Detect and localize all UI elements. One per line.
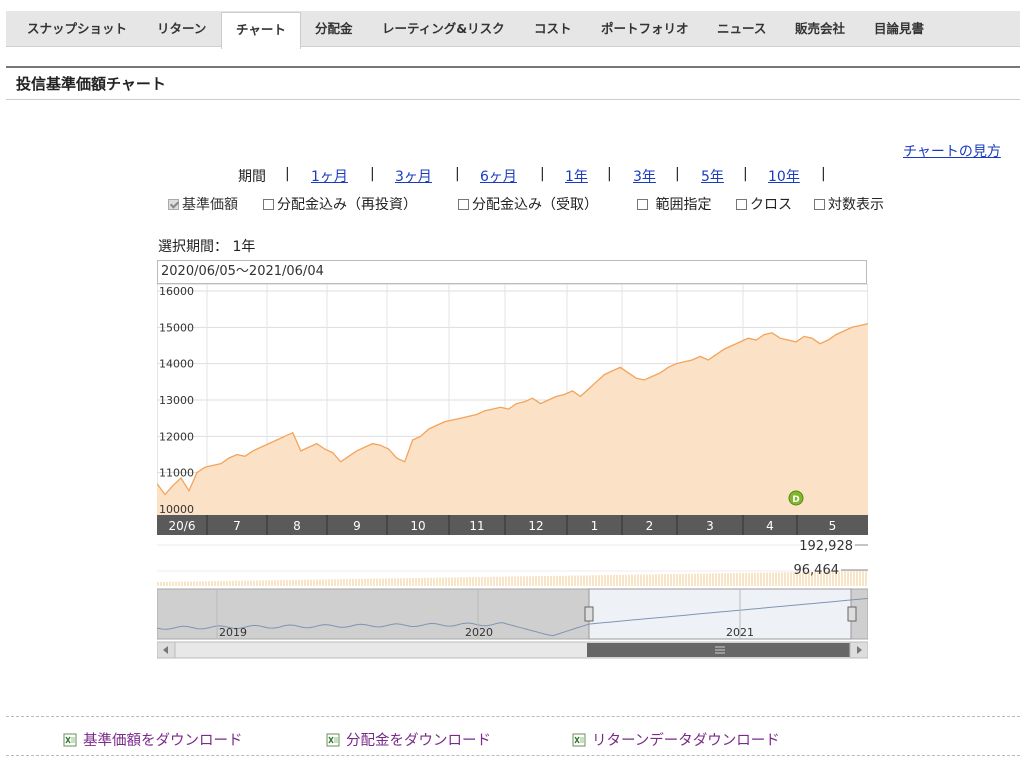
tab-sales-company[interactable]: 販売会社: [795, 11, 845, 46]
month-label: 10: [410, 519, 425, 533]
download-label: リターンデータダウンロード: [592, 733, 780, 749]
excel-file-icon: [63, 733, 77, 747]
chart-svg[interactable]: 16000 15000 14000 13000 12000 11000 10000 D 20…: [156, 283, 869, 660]
tab-cost[interactable]: コスト: [534, 11, 572, 46]
selected-period: 選択期間： 1年: [158, 239, 256, 255]
option-cross[interactable]: クロス: [736, 194, 792, 214]
option-label: クロス: [750, 197, 792, 213]
option-nav[interactable]: 基準価額: [168, 194, 238, 214]
tab-chart[interactable]: チャート: [221, 12, 301, 49]
period-5y[interactable]: 5年: [701, 166, 724, 186]
tab-portfolio[interactable]: ポートフォリオ: [601, 11, 689, 46]
option-label: 分配金込み（受取）: [472, 197, 598, 213]
period-separator: |: [675, 166, 680, 182]
downloads-divider: [6, 755, 1020, 756]
download-label: 基準価額をダウンロード: [83, 733, 243, 749]
period-separator: |: [455, 166, 460, 182]
section-title: 投信基準価額チャート: [16, 75, 166, 93]
month-label: 5: [829, 519, 837, 533]
y-tick-label: 16000: [159, 285, 194, 298]
option-label: 対数表示: [828, 197, 884, 213]
tab-news[interactable]: ニュース: [717, 11, 766, 46]
period-separator: |: [285, 166, 290, 182]
y-tick-label: 15000: [159, 321, 194, 334]
date-range: 2020/06/05〜2021/06/04: [157, 260, 867, 284]
month-label: 4: [766, 519, 774, 533]
title-rule: [6, 66, 1020, 68]
tab-prospectus[interactable]: 目論見書: [874, 11, 924, 46]
month-label: 3: [706, 519, 714, 533]
navigator-year-label: 2019: [219, 626, 247, 639]
period-separator: |: [540, 166, 545, 182]
y-tick-label: 12000: [159, 430, 194, 443]
excel-file-icon: [572, 733, 586, 747]
month-label: 9: [353, 519, 361, 533]
chart-guide-link[interactable]: チャートの見方: [903, 141, 1001, 161]
y-tick-label: 10000: [159, 503, 194, 516]
month-label: 2: [646, 519, 654, 533]
tab-snapshot[interactable]: スナップショット: [27, 11, 127, 46]
distribution-marker[interactable]: D: [788, 490, 804, 506]
excel-file-icon: [326, 733, 340, 747]
option-label: 範囲指定: [655, 197, 712, 213]
navigator-year-label: 2021: [726, 626, 754, 639]
option-label: 分配金込み（再投資）: [277, 197, 417, 213]
checkbox-icon: [637, 199, 648, 210]
marker-label: D: [792, 495, 799, 505]
downloads-divider: [6, 716, 1020, 717]
checkbox-checked-icon: [168, 199, 179, 210]
title-underline: [6, 99, 1020, 100]
navigator-handle-left[interactable]: [584, 606, 594, 622]
volume-bars: [157, 571, 867, 586]
volume-label-max: 192,928: [799, 539, 853, 554]
period-separator: |: [607, 166, 612, 182]
period-separator: |: [743, 166, 748, 182]
period-1y[interactable]: 1年: [565, 166, 588, 186]
checkbox-icon: [814, 199, 825, 210]
period-10y[interactable]: 10年: [768, 166, 800, 186]
period-3m[interactable]: 3ヶ月: [395, 166, 432, 186]
download-label: 分配金をダウンロード: [346, 733, 491, 749]
y-tick-label: 11000: [159, 467, 194, 480]
month-label: 1: [591, 519, 599, 533]
navigator-handle-right[interactable]: [847, 606, 857, 622]
option-log[interactable]: 対数表示: [814, 194, 884, 214]
tab-distribution[interactable]: 分配金: [315, 11, 353, 46]
download-nav-link[interactable]: 基準価額をダウンロード: [63, 729, 243, 750]
option-range[interactable]: 範囲指定: [637, 194, 711, 214]
navigator-year-label: 2020: [465, 626, 493, 639]
period-1m[interactable]: 1ヶ月: [311, 166, 348, 186]
month-label: 12: [528, 519, 543, 533]
period-separator: |: [821, 166, 826, 182]
y-tick-label: 14000: [159, 358, 194, 371]
download-distribution-link[interactable]: 分配金をダウンロード: [326, 729, 491, 750]
price-chart[interactable]: 16000 15000 14000 13000 12000 11000 10000 D 20…: [156, 283, 869, 664]
option-receive[interactable]: 分配金込み（受取）: [458, 194, 598, 214]
period-separator: |: [370, 166, 375, 182]
tab-return[interactable]: リターン: [157, 11, 206, 46]
month-label: 20/6: [169, 519, 196, 533]
checkbox-icon: [736, 199, 747, 210]
period-label: 期間: [238, 169, 266, 185]
download-return-link[interactable]: リターンデータダウンロード: [572, 729, 780, 750]
checkbox-icon: [458, 199, 469, 210]
period-3y[interactable]: 3年: [633, 166, 656, 186]
tab-rating-risk[interactable]: レーティング&リスク: [382, 11, 505, 46]
option-reinvest[interactable]: 分配金込み（再投資）: [263, 194, 417, 214]
volume-label-mid: 96,464: [794, 563, 840, 578]
month-label: 11: [469, 519, 484, 533]
month-label: 7: [233, 519, 241, 533]
option-label: 基準価額: [182, 197, 238, 213]
month-label: 8: [293, 519, 301, 533]
checkbox-icon: [263, 199, 274, 210]
period-6m[interactable]: 6ヶ月: [480, 166, 517, 186]
navigator-selection[interactable]: [588, 588, 852, 640]
y-tick-label: 13000: [159, 394, 194, 407]
month-axis-bar: [157, 515, 868, 535]
top-nav: スナップショット リターン チャート 分配金 レーティング&リスク コスト ポー…: [6, 11, 1020, 49]
